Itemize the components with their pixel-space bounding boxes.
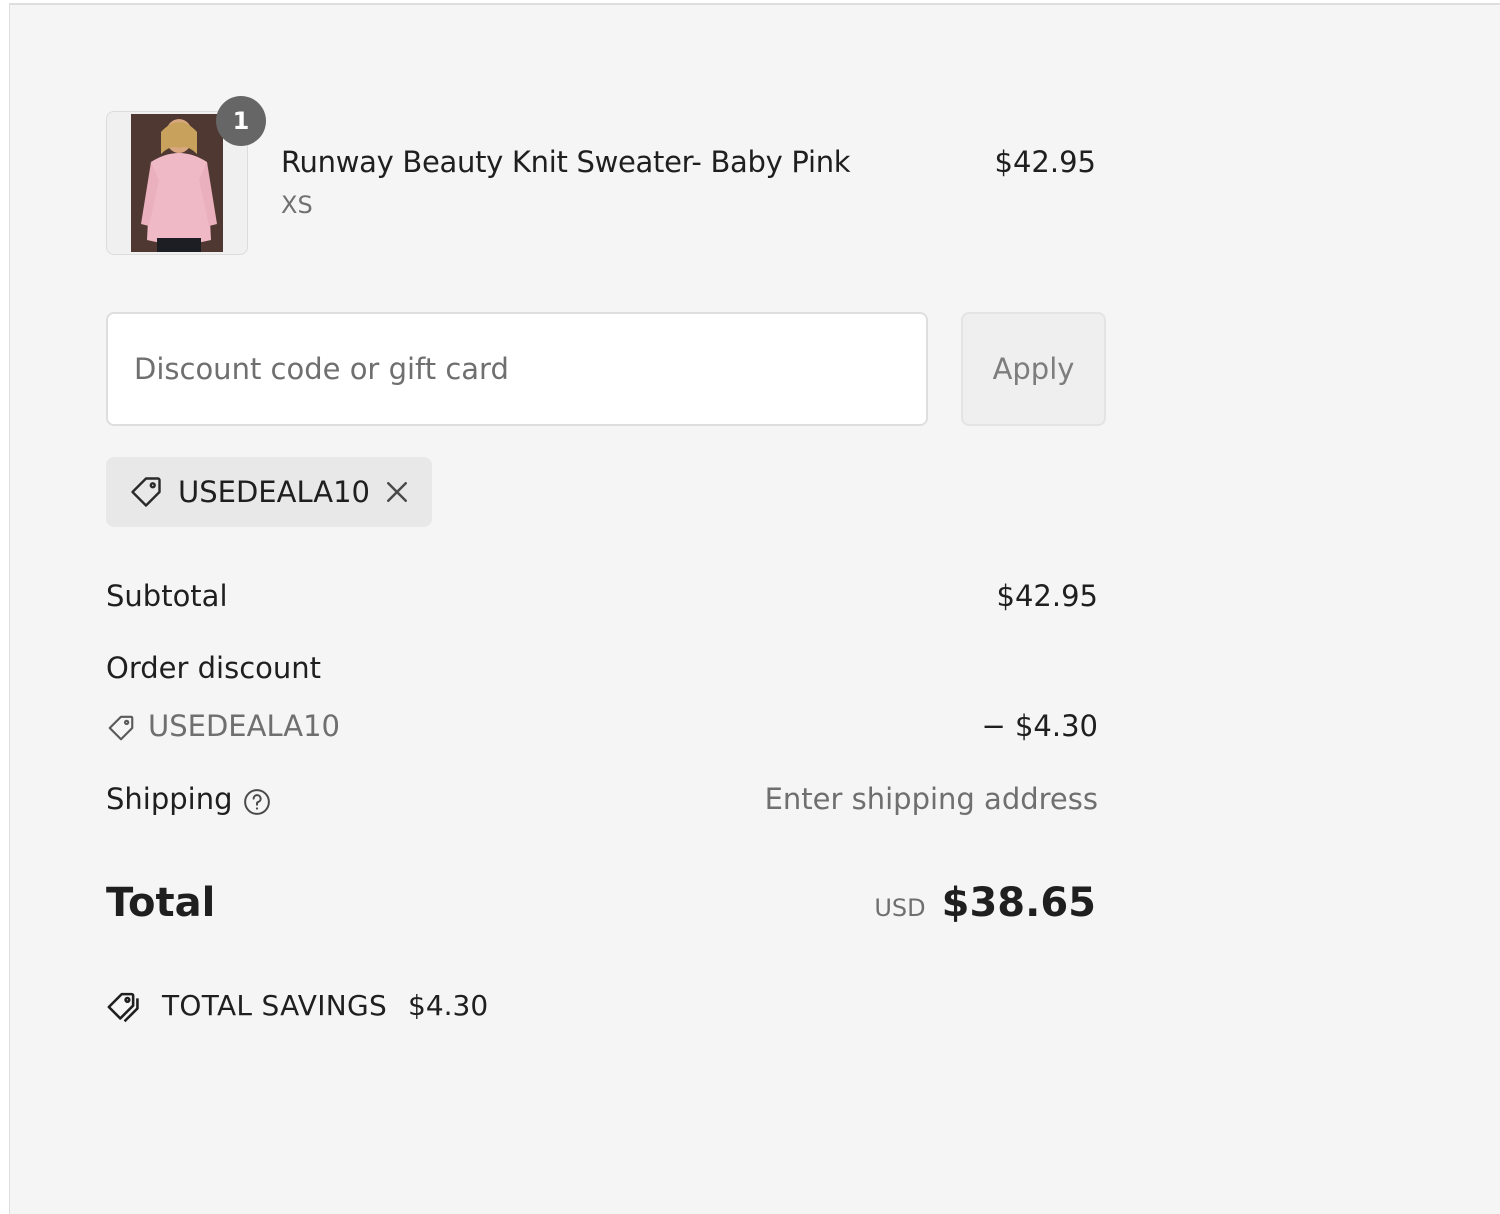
total-label: Total xyxy=(106,880,216,926)
shipping-value: Enter shipping address xyxy=(764,782,1098,816)
double-tag-icon xyxy=(106,989,146,1029)
tag-icon xyxy=(128,474,164,514)
total-amount: $38.65 xyxy=(941,880,1096,926)
discount-code-input[interactable] xyxy=(106,312,928,426)
product-variant: XS xyxy=(281,191,313,219)
product-price: $42.95 xyxy=(994,145,1096,179)
applied-discount-code: USEDEALA10 xyxy=(178,475,371,509)
apply-discount-button[interactable]: Apply xyxy=(961,312,1106,426)
subtotal-label: Subtotal xyxy=(106,579,228,613)
product-name: Runway Beauty Knit Sweater- Baby Pink xyxy=(281,145,851,179)
currency-code: USD xyxy=(874,894,926,922)
subtotal-value: $42.95 xyxy=(996,579,1098,613)
order-discount-code: USEDEALA10 xyxy=(148,709,341,743)
order-summary-panel: 1 Runway Beauty Knit Sweater- Baby Pink … xyxy=(9,3,1500,1214)
order-discount-label: Order discount xyxy=(106,651,322,685)
tag-icon xyxy=(106,713,136,747)
total-amount-group: USD $38.65 xyxy=(874,880,1096,926)
shipping-label: Shipping xyxy=(106,782,233,816)
total-savings-amount: $4.30 xyxy=(408,989,489,1022)
applied-discount-chip: USEDEALA10 xyxy=(106,457,432,527)
remove-discount-close-icon[interactable] xyxy=(382,477,412,507)
order-discount-value: − $4.30 xyxy=(981,709,1098,743)
product-photo-image xyxy=(131,114,223,252)
quantity-badge: 1 xyxy=(216,96,266,146)
total-savings-label: TOTAL SAVINGS xyxy=(162,989,388,1022)
help-circle-icon[interactable] xyxy=(242,787,272,821)
